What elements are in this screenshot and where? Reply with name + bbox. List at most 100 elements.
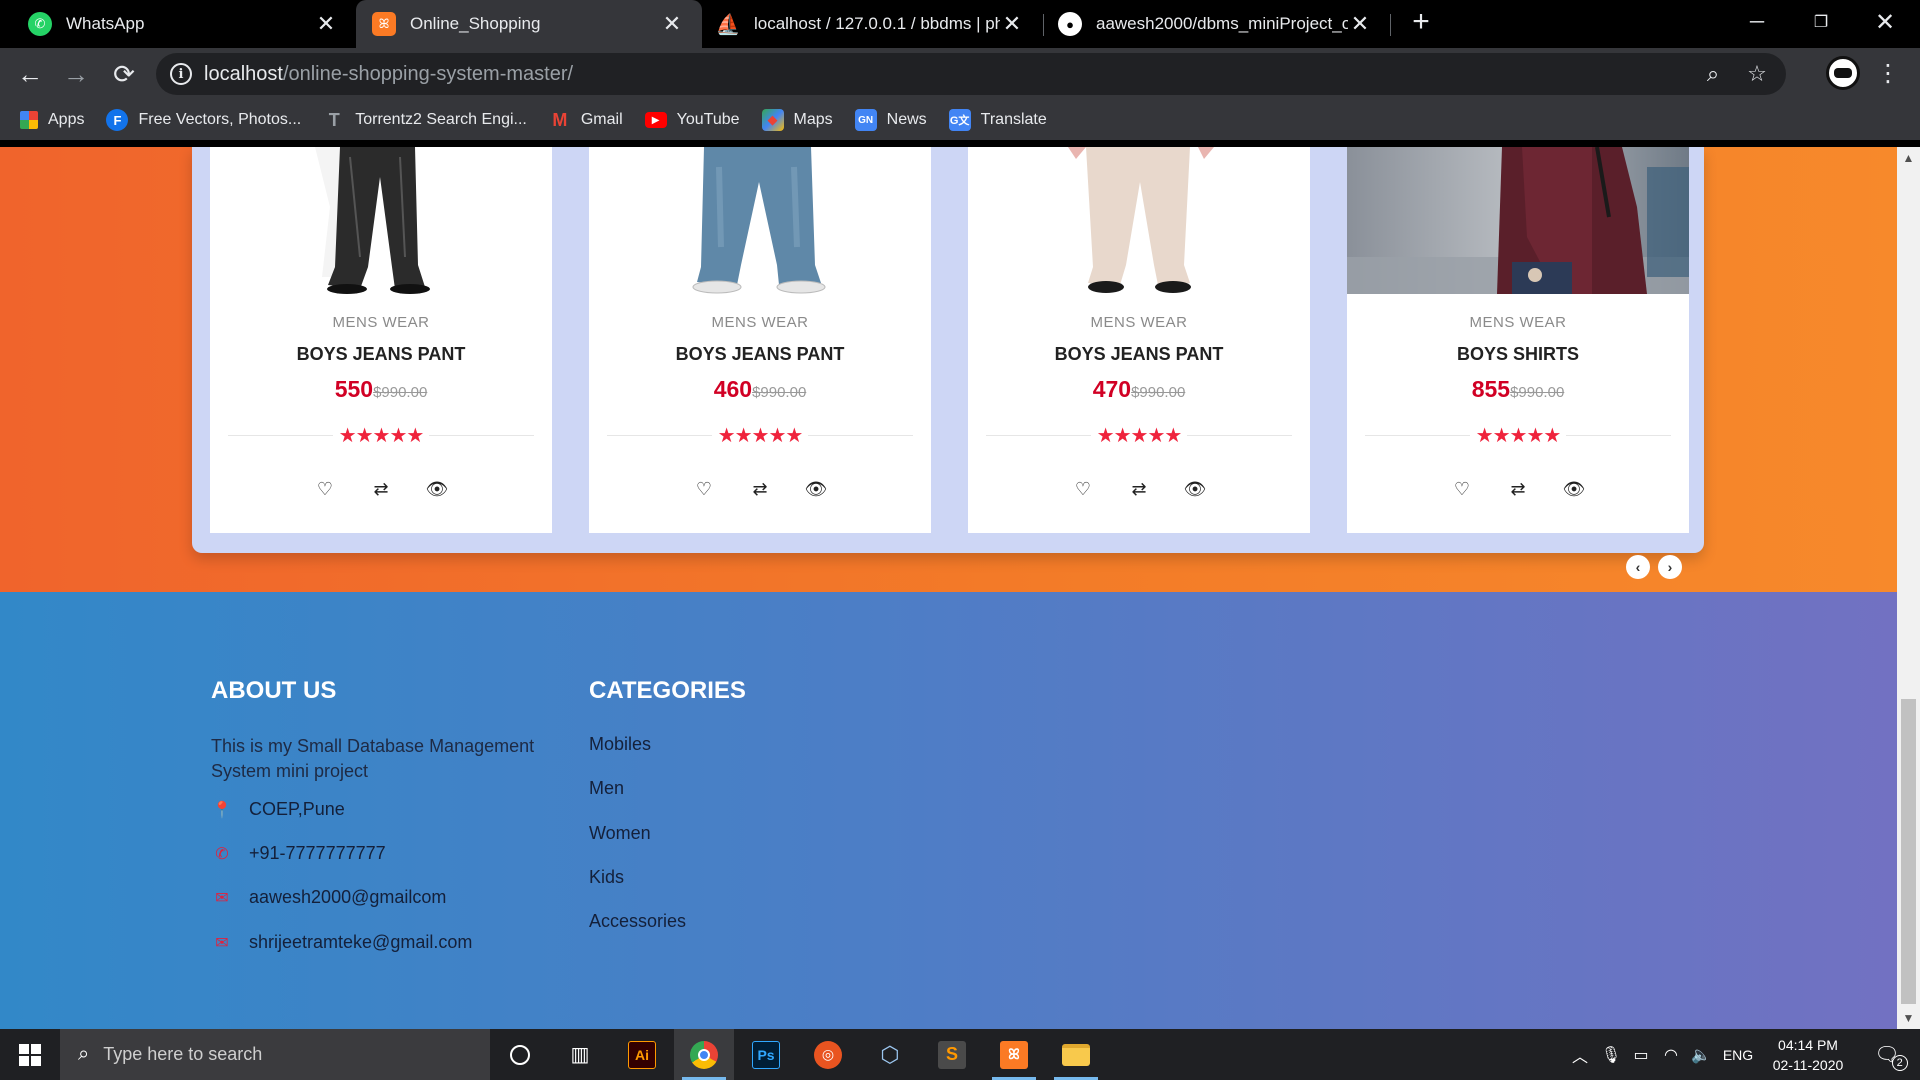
product-card[interactable]: MENS WEAR BOYS SHIRTS 855$990.00 ★★★★★ ♡… (1347, 147, 1689, 533)
wifi-icon[interactable]: ◠ (1658, 1029, 1684, 1080)
product-image[interactable] (210, 147, 552, 294)
tab-whatsapp[interactable]: ✆ WhatsApp ✕ (0, 0, 356, 48)
category-link-accessories[interactable]: Accessories (589, 911, 686, 932)
close-tab-icon[interactable]: ✕ (314, 11, 338, 37)
contact-address: 📍 COEP,Pune (211, 799, 345, 820)
tab-phpmyadmin[interactable]: ⛵ localhost / 127.0.0.1 / bbdms | phpM ✕ (702, 0, 1042, 48)
battery-icon[interactable]: ▭ (1628, 1029, 1654, 1080)
minimize-button[interactable]: ─ (1727, 0, 1787, 44)
bookmark-maps[interactable]: ◆ Maps (761, 109, 833, 131)
action-center-button[interactable]: 🗨 2 (1862, 1029, 1912, 1080)
start-button[interactable] (0, 1029, 60, 1080)
email-text: aawesh2000@gmailcom (249, 887, 447, 907)
wishlist-heart-icon[interactable]: ♡ (297, 479, 353, 500)
scroll-down-arrow-icon[interactable]: ▼ (1897, 1011, 1920, 1025)
back-button[interactable]: ← (14, 58, 46, 90)
category-link-mobiles[interactable]: Mobiles (589, 734, 651, 755)
wishlist-heart-icon[interactable]: ♡ (1055, 479, 1111, 500)
browser-menu-icon[interactable]: ⋮ (1876, 58, 1900, 90)
address-bar[interactable]: i localhost/online-shopping-system-maste… (156, 53, 1786, 95)
url-text[interactable]: localhost/online-shopping-system-master/ (204, 63, 1698, 86)
bookmark-torrentz[interactable]: T Torrentz2 Search Engi... (323, 109, 527, 131)
bookmark-apps[interactable]: Apps (20, 111, 84, 129)
taskbar-photoshop[interactable]: Ps (736, 1029, 796, 1080)
email-text: shrijeetramteke@gmail.com (249, 932, 473, 952)
close-tab-icon[interactable]: ✕ (1348, 11, 1372, 37)
bookmark-freepik[interactable]: F Free Vectors, Photos... (106, 109, 301, 131)
zoom-icon[interactable]: ⌕ (1698, 59, 1728, 89)
cortana-button[interactable] (490, 1029, 550, 1080)
tab-online-shopping[interactable]: ꕤ Online_Shopping ✕ (356, 0, 702, 48)
scroll-up-arrow-icon[interactable]: ▲ (1897, 151, 1920, 165)
tab-separator (1390, 14, 1391, 36)
profile-avatar[interactable] (1826, 56, 1860, 90)
product-image[interactable] (968, 147, 1310, 294)
close-tab-icon[interactable]: ✕ (660, 11, 684, 37)
site-footer: ABOUT US This is my Small Database Manag… (0, 592, 1897, 1029)
reload-button[interactable]: ⟳ (108, 58, 140, 90)
compare-arrows-icon[interactable]: ⇄ (732, 479, 788, 500)
bookmark-news[interactable]: GN News (854, 109, 927, 131)
contact-email[interactable]: ✉ aawesh2000@gmailcom (211, 887, 446, 908)
forward-button[interactable]: → (60, 58, 92, 90)
product-card[interactable]: MENS WEAR BOYS JEANS PANT 470$990.00 ★★★… (968, 147, 1310, 533)
compare-arrows-icon[interactable]: ⇄ (1490, 479, 1546, 500)
bookmark-star-icon[interactable]: ☆ (1742, 59, 1772, 89)
contact-email[interactable]: ✉ shrijeetramteke@gmail.com (211, 932, 472, 953)
quick-view-eye-icon[interactable]: 👁 (788, 479, 844, 500)
product-image[interactable] (1347, 147, 1689, 294)
close-window-button[interactable]: ✕ (1855, 0, 1915, 44)
product-card[interactable]: MENS WEAR BOYS JEANS PANT 460$990.00 ★★★… (589, 147, 931, 533)
restore-button[interactable]: ❐ (1791, 0, 1851, 44)
taskbar-search[interactable]: ⌕ Type here to search (60, 1029, 490, 1080)
wishlist-heart-icon[interactable]: ♡ (1434, 479, 1490, 500)
tray-overflow-chevron-icon[interactable]: ︿ (1568, 1029, 1592, 1080)
product-name[interactable]: BOYS SHIRTS (1347, 344, 1689, 365)
volume-icon[interactable]: 🔈 (1688, 1029, 1714, 1080)
taskbar-file-explorer[interactable] (1046, 1029, 1106, 1080)
taskbar-illustrator[interactable]: Ai (612, 1029, 672, 1080)
windows-taskbar: ⌕ Type here to search ▥ Ai Ps ◎ ⬡ S ꕤ ︿ … (0, 1029, 1920, 1080)
bookmark-youtube[interactable]: ▶ YouTube (644, 111, 740, 129)
page-scrollbar[interactable]: ▲ ▼ (1897, 147, 1920, 1029)
scrollbar-thumb[interactable] (1901, 699, 1916, 1004)
maps-icon: ◆ (761, 109, 784, 131)
product-image[interactable] (589, 147, 931, 294)
product-name[interactable]: BOYS JEANS PANT (968, 344, 1310, 365)
compare-arrows-icon[interactable]: ⇄ (353, 479, 409, 500)
product-card[interactable]: MENS WEAR BOYS JEANS PANT 550$990.00 ★★★… (210, 147, 552, 533)
product-category: MENS WEAR (332, 314, 430, 331)
product-name[interactable]: BOYS JEANS PANT (210, 344, 552, 365)
category-link-women[interactable]: Women (589, 823, 651, 844)
contact-phone[interactable]: ✆ +91-7777777777 (211, 843, 385, 864)
microphone-icon[interactable]: 🎙 (1598, 1029, 1624, 1080)
taskbar-virtualbox[interactable]: ⬡ (860, 1029, 920, 1080)
category-link-kids[interactable]: Kids (589, 867, 624, 888)
product-name[interactable]: BOYS JEANS PANT (589, 344, 931, 365)
quick-view-eye-icon[interactable]: 👁 (1167, 479, 1223, 500)
taskbar-chrome[interactable] (674, 1029, 734, 1080)
carousel-prev-button[interactable]: ‹ (1626, 555, 1650, 579)
tab-github[interactable]: ● aawesh2000/dbms_miniProject_onli ✕ (1044, 0, 1390, 48)
taskbar-clock[interactable]: 04:14 PM 02-11-2020 (1758, 1029, 1858, 1080)
compare-arrows-icon[interactable]: ⇄ (1111, 479, 1167, 500)
bookmark-translate[interactable]: G文 Translate (948, 109, 1047, 131)
product-price: 460$990.00 (589, 376, 931, 403)
wishlist-heart-icon[interactable]: ♡ (676, 479, 732, 500)
carousel-next-button[interactable]: › (1658, 555, 1682, 579)
taskbar-xampp[interactable]: ꕤ (984, 1029, 1044, 1080)
new-tab-button[interactable]: + (1405, 7, 1437, 39)
current-price: 550 (334, 376, 374, 402)
quick-view-eye-icon[interactable]: 👁 (1546, 479, 1602, 500)
windows-logo-icon (19, 1043, 41, 1066)
close-tab-icon[interactable]: ✕ (1000, 11, 1024, 37)
category-link-men[interactable]: Men (589, 778, 624, 799)
quick-view-eye-icon[interactable]: 👁 (409, 479, 465, 500)
bookmark-gmail[interactable]: M Gmail (549, 109, 622, 131)
language-indicator[interactable]: ENG (1720, 1029, 1756, 1080)
bookmark-label: Free Vectors, Photos... (138, 111, 302, 128)
taskbar-sublime[interactable]: S (922, 1029, 982, 1080)
taskbar-ubuntu[interactable]: ◎ (798, 1029, 858, 1080)
task-view-button[interactable]: ▥ (550, 1029, 610, 1080)
site-info-icon[interactable]: i (170, 63, 192, 85)
